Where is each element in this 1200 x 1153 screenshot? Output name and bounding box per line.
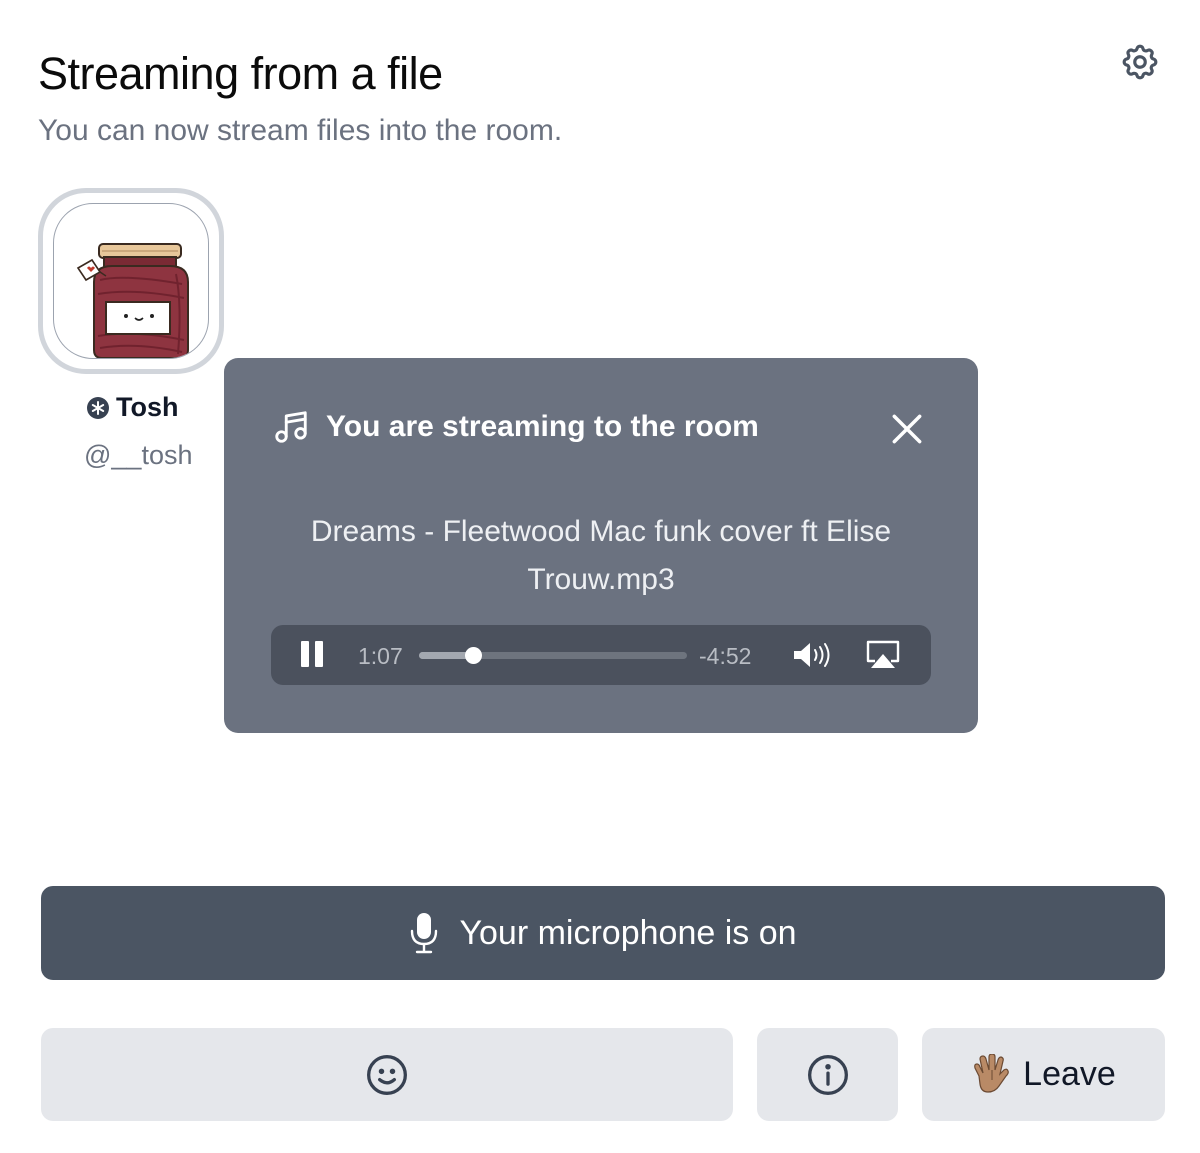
avatar[interactable] (38, 188, 224, 374)
file-name: Dreams - Fleetwood Mac funk cover ft Eli… (310, 515, 892, 596)
time-remaining: -4:52 (699, 643, 752, 669)
info-icon (807, 1054, 848, 1095)
microphone-icon (411, 913, 438, 954)
speaker-card[interactable]: Tosh @__tosh (38, 188, 228, 470)
volume-button[interactable] (791, 639, 835, 671)
streaming-modal: You are streaming to the room Dreams - F… (224, 358, 978, 733)
pause-button[interactable] (299, 641, 329, 669)
time-elapsed: 1:07 (358, 643, 403, 669)
modal-header: You are streaming to the room (272, 408, 759, 446)
speaker-name: Tosh (116, 392, 179, 422)
jam-jar-image (76, 243, 189, 358)
close-icon (892, 414, 922, 444)
airplay-icon (866, 640, 900, 668)
microphone-toggle-button[interactable]: Your microphone is on (41, 886, 1165, 980)
avatar-image (53, 203, 209, 359)
airplay-button[interactable] (865, 639, 903, 673)
close-button[interactable] (888, 410, 926, 448)
modal-title: You are streaming to the room (326, 410, 759, 443)
settings-button[interactable] (1116, 38, 1164, 86)
page-title: Streaming from a file (38, 48, 443, 99)
speaker-name-row: Tosh (86, 392, 179, 423)
seek-thumb[interactable] (464, 647, 482, 664)
smiley-icon (367, 1054, 407, 1095)
microphone-label: Your microphone is on (459, 913, 797, 952)
leave-label: Leave (1023, 1055, 1116, 1093)
audio-player[interactable]: 1:07 -4:52 (271, 625, 931, 685)
page-subtitle: You can now stream files into the room. (38, 114, 563, 147)
asterisk-badge-icon (87, 396, 109, 419)
volume-icon (794, 643, 830, 667)
leave-button[interactable]: Leave (922, 1028, 1165, 1121)
gear-icon (1122, 44, 1158, 80)
seek-slider[interactable] (419, 647, 687, 664)
info-button[interactable] (757, 1028, 898, 1121)
speaker-handle: @__tosh (84, 440, 193, 470)
reaction-button[interactable] (41, 1028, 733, 1121)
vulcan-salute-icon (974, 1053, 1010, 1093)
music-note-icon (275, 411, 307, 443)
